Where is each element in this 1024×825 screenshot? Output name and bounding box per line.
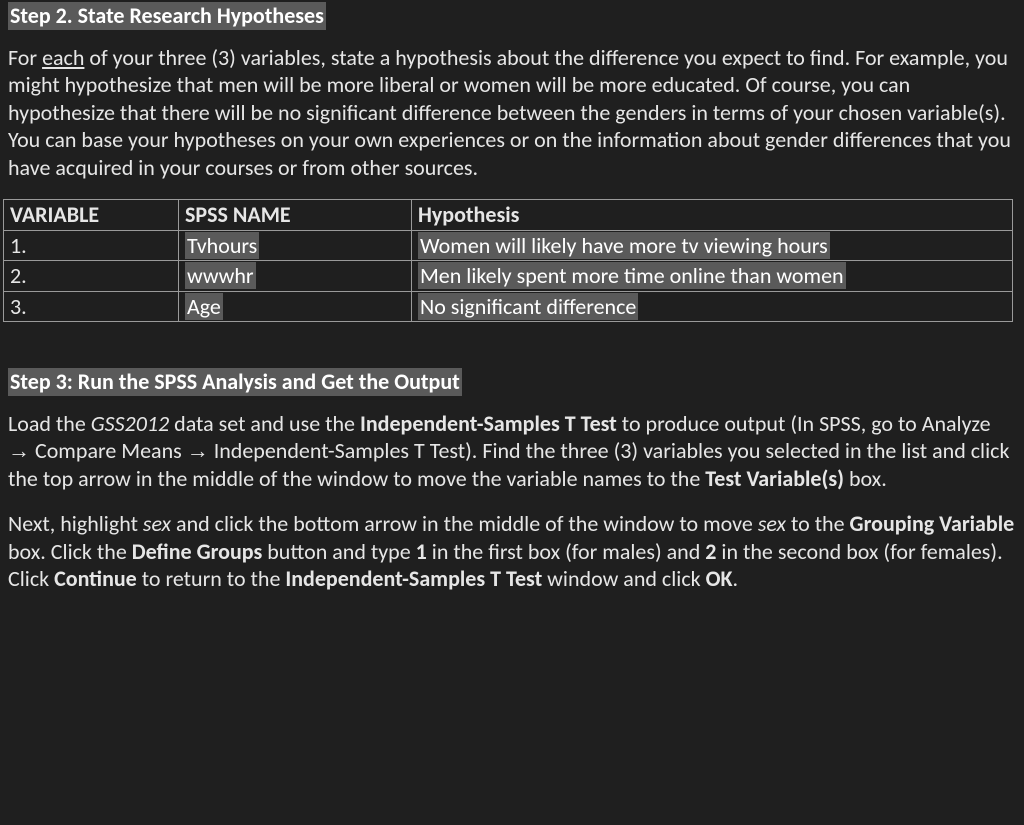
sex-italic: sex	[758, 510, 786, 537]
text: .	[733, 565, 739, 592]
istt-bold: Independent-Samples T Test	[285, 565, 542, 592]
text: to the	[786, 510, 850, 537]
cell-spss-name: wwwhr	[179, 261, 412, 292]
text: of your three (3) variables, state a hyp…	[8, 44, 1011, 181]
text: button and type	[262, 538, 415, 565]
sex-italic: sex	[143, 510, 171, 537]
spacer	[8, 322, 1016, 368]
variables-table: VARIABLE SPSS NAME Hypothesis 1. Tvhours…	[3, 199, 1013, 322]
hl-text: Tvhours	[185, 232, 259, 259]
text: to produce output (In SPSS, go to Analyz…	[617, 410, 991, 437]
table-row: 1. Tvhours Women will likely have more t…	[4, 230, 1013, 261]
table-row: 2. wwwhr Men likely spent more time onli…	[4, 261, 1013, 292]
step2-paragraph: For each of your three (3) variables, st…	[8, 44, 1016, 182]
text: Compare Means	[30, 437, 187, 464]
col-header-spss: SPSS NAME	[179, 200, 412, 231]
text: and click the bottom arrow in the middle…	[171, 510, 758, 537]
gss2012-italic: GSS2012	[91, 410, 169, 437]
istt-bold: Independent-Samples T Test	[360, 410, 617, 437]
one-bold: 1	[416, 538, 427, 565]
step3-paragraph-1: Load the GSS2012 data set and use the In…	[8, 410, 1016, 493]
hl-text: wwwhr	[185, 262, 256, 289]
document-page: Step 2. State Research Hypotheses For ea…	[0, 0, 1024, 641]
table-row: 3. Age No significant difference	[4, 291, 1013, 322]
col-header-variable: VARIABLE	[4, 200, 179, 231]
step3-heading-wrap: Step 3: Run the SPSS Analysis and Get th…	[8, 368, 1016, 396]
underlined-each: each	[42, 44, 84, 71]
cell-spss-name: Age	[179, 291, 412, 322]
cell-hypothesis: Women will likely have more tv viewing h…	[412, 230, 1013, 261]
text: in the first box (for males) and	[427, 538, 705, 565]
ok-bold: OK	[706, 565, 733, 592]
cell-variable-number: 2.	[4, 261, 179, 292]
text: Next, highlight	[8, 510, 143, 537]
text: For	[8, 44, 42, 71]
continue-bold: Continue	[54, 565, 137, 592]
step2-heading-wrap: Step 2. State Research Hypotheses	[8, 2, 1016, 30]
define-groups-bold: Define Groups	[132, 538, 263, 565]
hl-text: Age	[185, 293, 223, 320]
grouping-variable-bold: Grouping Variable	[850, 510, 1015, 537]
cell-hypothesis: No significant difference	[412, 291, 1013, 322]
cell-variable-number: 3.	[4, 291, 179, 322]
arrow-icon: →	[187, 438, 209, 463]
text: to return to the	[137, 565, 286, 592]
step2-heading: Step 2. State Research Hypotheses	[8, 2, 326, 30]
cell-spss-name: Tvhours	[179, 230, 412, 261]
cell-hypothesis: Men likely spent more time online than w…	[412, 261, 1013, 292]
text: window and click	[542, 565, 705, 592]
text: box. Click the	[8, 538, 132, 565]
cell-variable-number: 1.	[4, 230, 179, 261]
hl-text: Women will likely have more tv viewing h…	[418, 232, 830, 259]
test-variables-bold: Test Variable(s)	[705, 465, 844, 492]
hl-text: No significant difference	[418, 293, 638, 320]
step3-heading: Step 3: Run the SPSS Analysis and Get th…	[8, 368, 462, 396]
text: data set and use the	[169, 410, 360, 437]
hl-text: Men likely spent more time online than w…	[418, 262, 846, 289]
text: Load the	[8, 410, 91, 437]
two-bold: 2	[705, 538, 716, 565]
arrow-icon: →	[8, 438, 30, 463]
text: box.	[844, 465, 887, 492]
table-header-row: VARIABLE SPSS NAME Hypothesis	[4, 200, 1013, 231]
step3-paragraph-2: Next, highlight sex and click the bottom…	[8, 510, 1016, 593]
col-header-hypothesis: Hypothesis	[412, 200, 1013, 231]
